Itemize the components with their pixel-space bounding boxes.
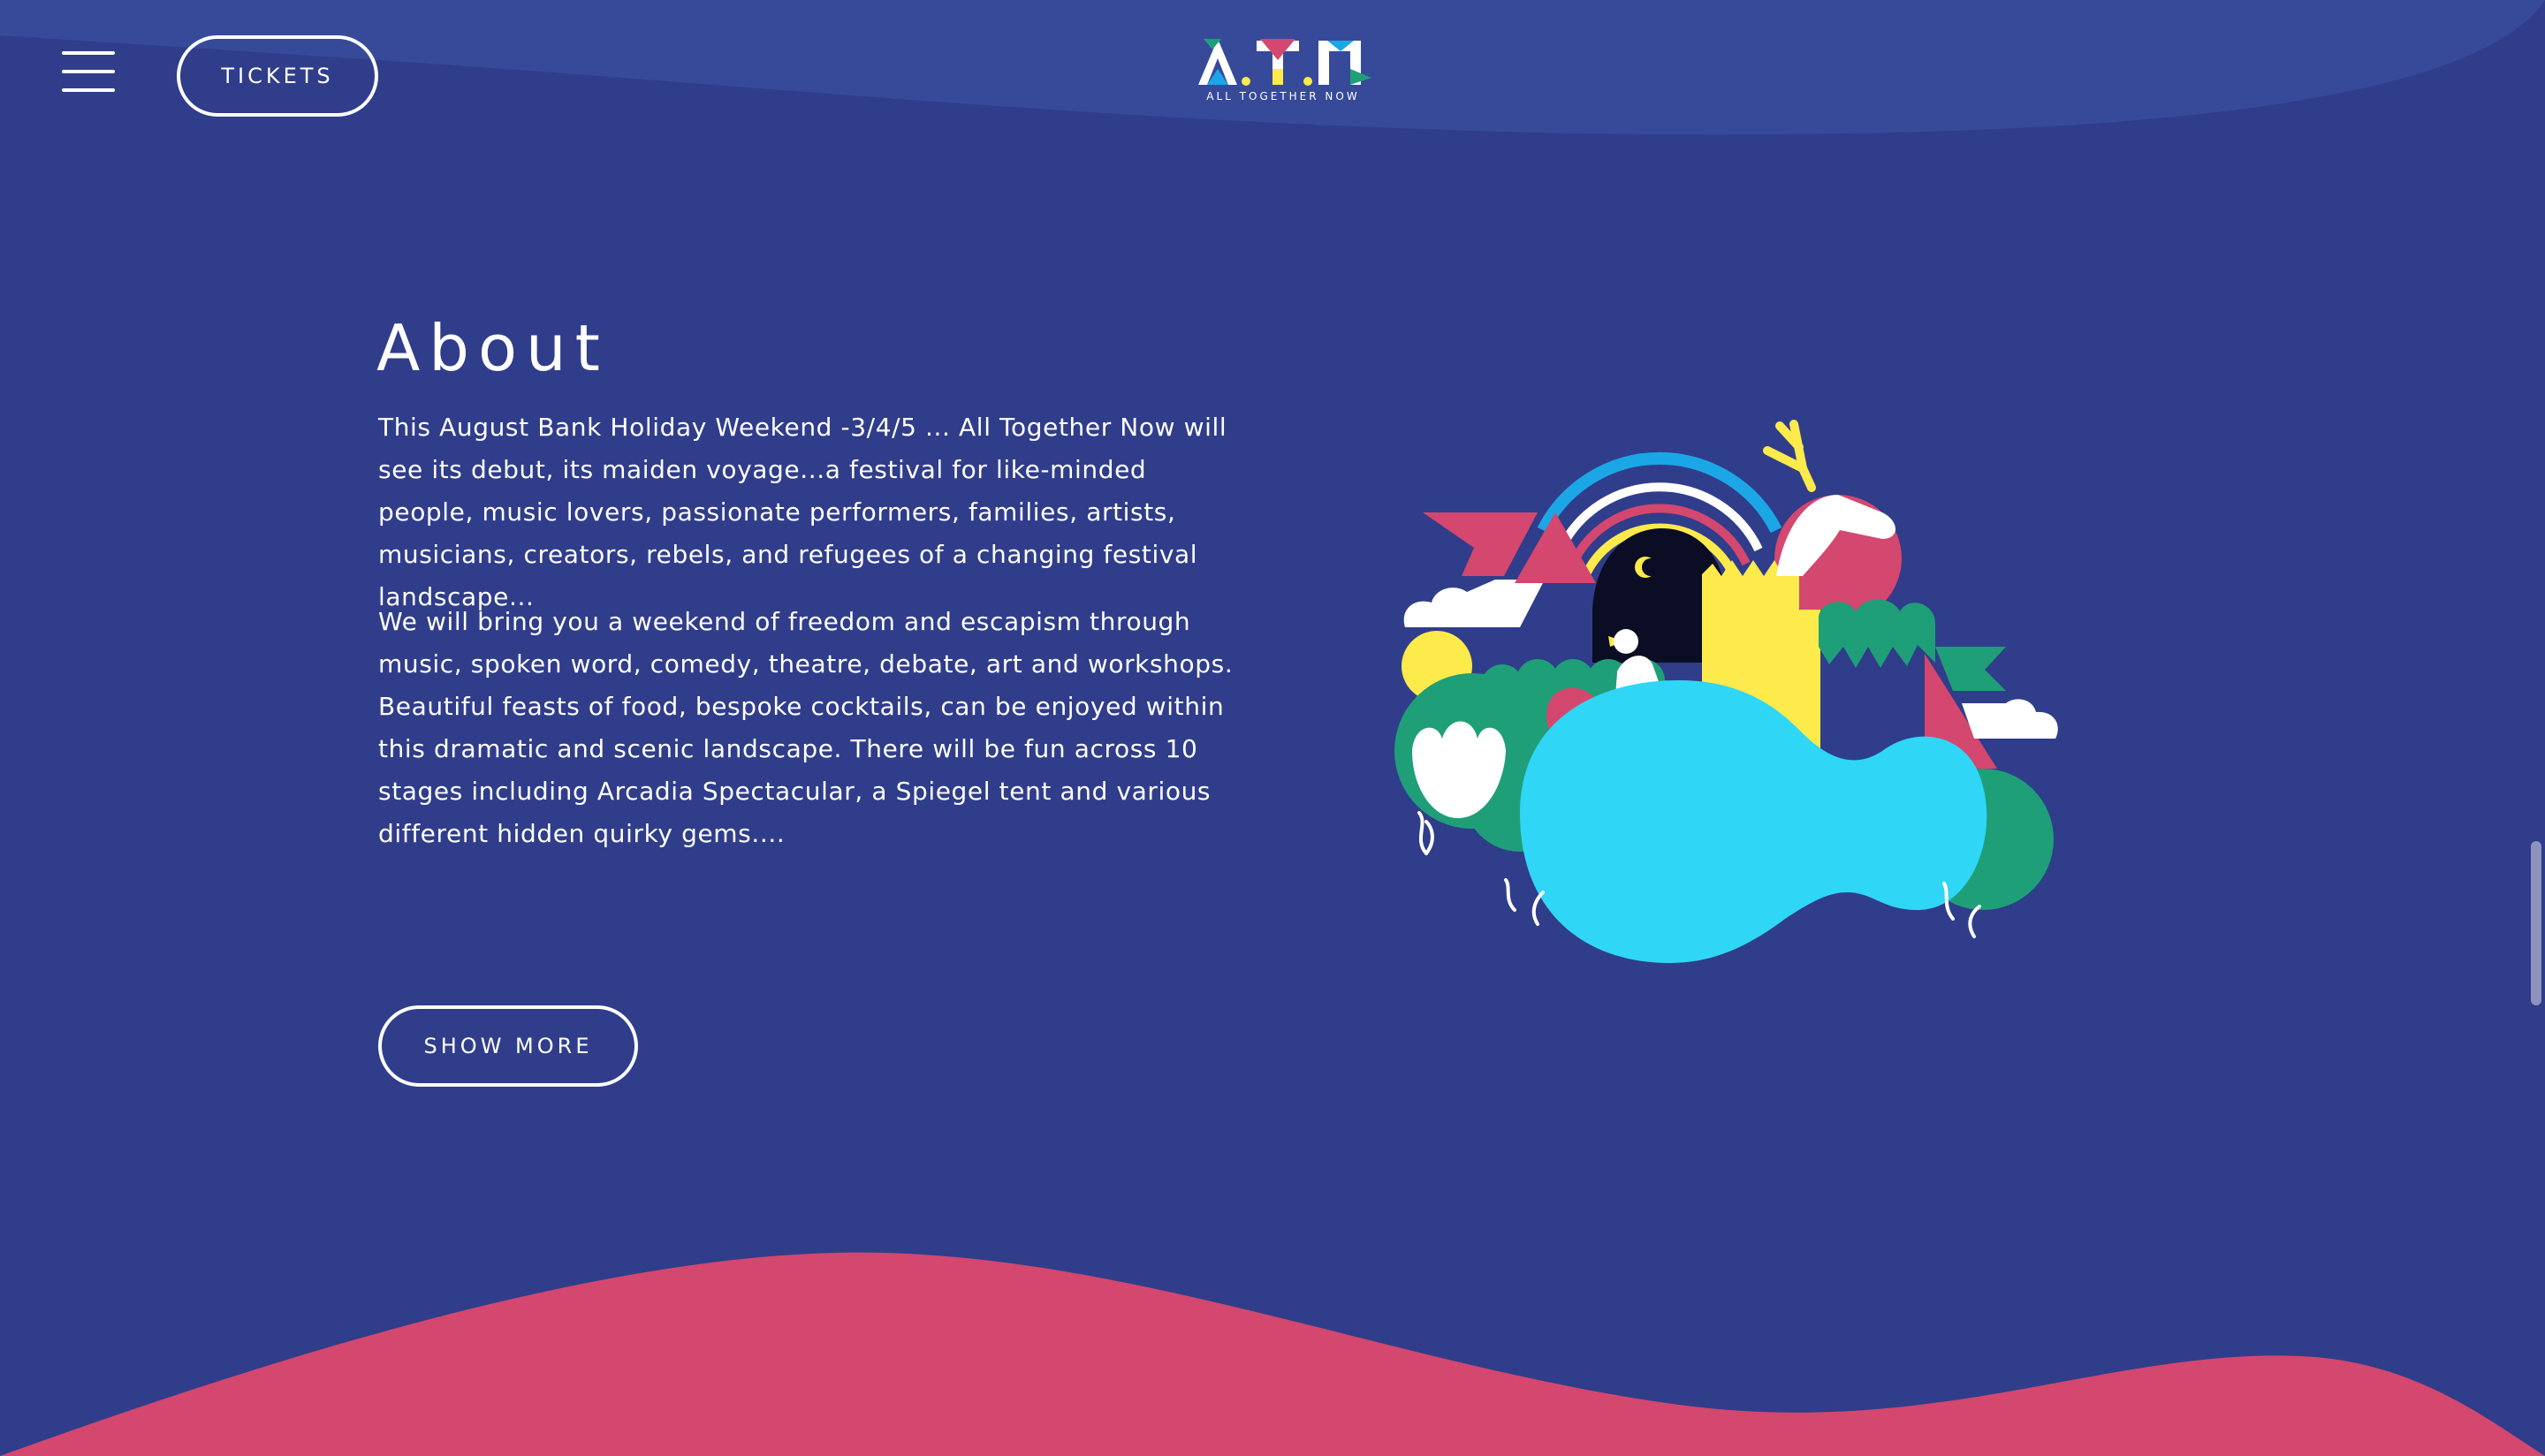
page: TICKETS ALL TOGETHER NOW About This Augu… (0, 0, 2545, 1456)
festival-landscape-illustration (1394, 420, 2058, 963)
about-paragraph-1: This August Bank Holiday Weekend -3/4/5 … (378, 413, 1227, 611)
logo-tagline: ALL TOGETHER NOW (1206, 90, 1360, 102)
menu-bar (62, 70, 115, 73)
about-paragraph-2: We will bring you a weekend of freedom a… (378, 607, 1234, 848)
menu-bar (62, 51, 115, 55)
scrollbar-thumb[interactable] (2531, 841, 2541, 1005)
bottom-wave-decoration (0, 1252, 2545, 1456)
about-title: About (376, 311, 609, 385)
menu-bar (62, 88, 115, 92)
page-scrollbar[interactable] (2526, 0, 2545, 1456)
tickets-button[interactable]: TICKETS (177, 35, 378, 117)
show-more-button[interactable]: SHOW MORE (378, 1005, 638, 1087)
hamburger-menu-icon[interactable] (62, 51, 115, 92)
